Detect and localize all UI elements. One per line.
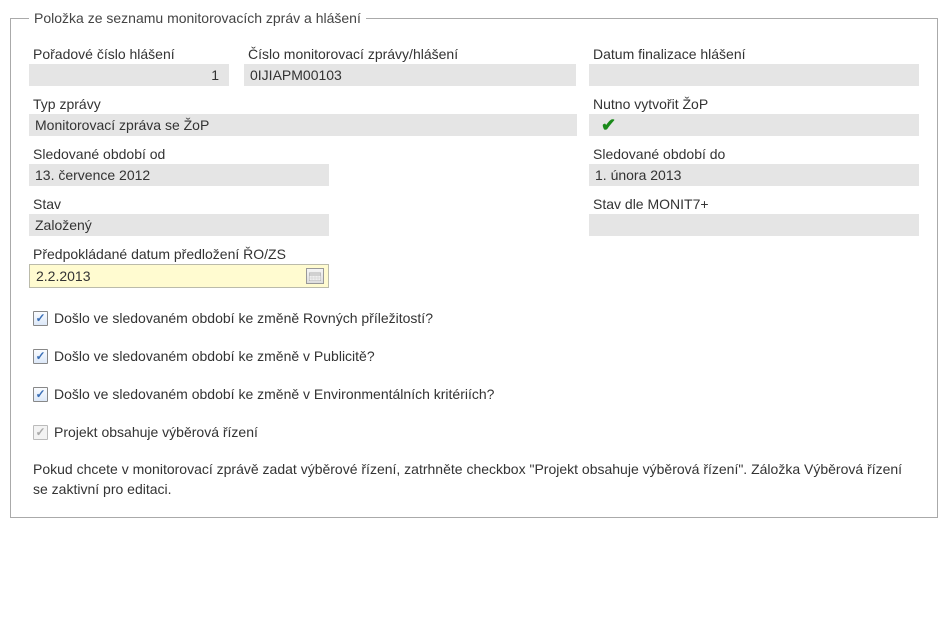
- calendar-icon[interactable]: [306, 268, 324, 284]
- datum-finalizace-label: Datum finalizace hlášení: [589, 46, 919, 62]
- datum-finalizace-field: [589, 64, 919, 86]
- checkbox-row-2: Došlo ve sledovaném období ke změně v En…: [29, 386, 919, 402]
- stav-monit-label: Stav dle MONIT7+: [589, 196, 919, 212]
- predpoklad-datum-value: 2.2.2013: [36, 265, 91, 287]
- cislo-zpravy-label: Číslo monitorovací zprávy/hlášení: [244, 46, 589, 62]
- obdobi-od-field: 13. července 2012: [29, 164, 329, 186]
- checkbox-row-1: Došlo ve sledovaném období ke změně v Pu…: [29, 348, 919, 364]
- cislo-zpravy-field: 0IJIAPM00103: [244, 64, 576, 86]
- poradove-cislo-field: 1: [29, 64, 229, 86]
- monitoring-report-fieldset: Položka ze seznamu monitorovacích zpráv …: [10, 10, 938, 518]
- checkbox-label-1: Došlo ve sledovaném období ke změně v Pu…: [54, 348, 375, 364]
- typ-zpravy-field: Monitorovací zpráva se ŽoP: [29, 114, 577, 136]
- checkbox-0[interactable]: [33, 311, 48, 326]
- checkbox-3: [33, 425, 48, 440]
- stav-field: Založený: [29, 214, 329, 236]
- checkbox-label-2: Došlo ve sledovaném období ke změně v En…: [54, 386, 494, 402]
- checkbox-2[interactable]: [33, 387, 48, 402]
- predpoklad-datum-input[interactable]: 2.2.2013: [29, 264, 329, 288]
- stav-monit-field: [589, 214, 919, 236]
- poradove-cislo-label: Pořadové číslo hlášení: [29, 46, 244, 62]
- footnote-text: Pokud chcete v monitorovací zprávě zadat…: [29, 460, 919, 499]
- checkbox-label-3: Projekt obsahuje výběrová řízení: [54, 424, 258, 440]
- stav-label: Stav: [29, 196, 589, 212]
- nutno-zop-label: Nutno vytvořit ŽoP: [589, 96, 919, 112]
- obdobi-do-label: Sledované období do: [589, 146, 919, 162]
- checkbox-label-0: Došlo ve sledovaném období ke změně Rovn…: [54, 310, 433, 326]
- check-icon: ✔: [595, 114, 616, 136]
- typ-zpravy-label: Typ zprávy: [29, 96, 589, 112]
- obdobi-od-label: Sledované období od: [29, 146, 589, 162]
- checkbox-row-0: Došlo ve sledovaném období ke změně Rovn…: [29, 310, 919, 326]
- checkbox-row-3: Projekt obsahuje výběrová řízení: [29, 424, 919, 440]
- obdobi-do-field: 1. února 2013: [589, 164, 919, 186]
- fieldset-legend: Položka ze seznamu monitorovacích zpráv …: [29, 10, 366, 26]
- checkbox-1[interactable]: [33, 349, 48, 364]
- predpoklad-datum-label: Předpokládané datum předložení ŘO/ZS: [29, 246, 329, 262]
- nutno-zop-field: ✔: [589, 114, 919, 136]
